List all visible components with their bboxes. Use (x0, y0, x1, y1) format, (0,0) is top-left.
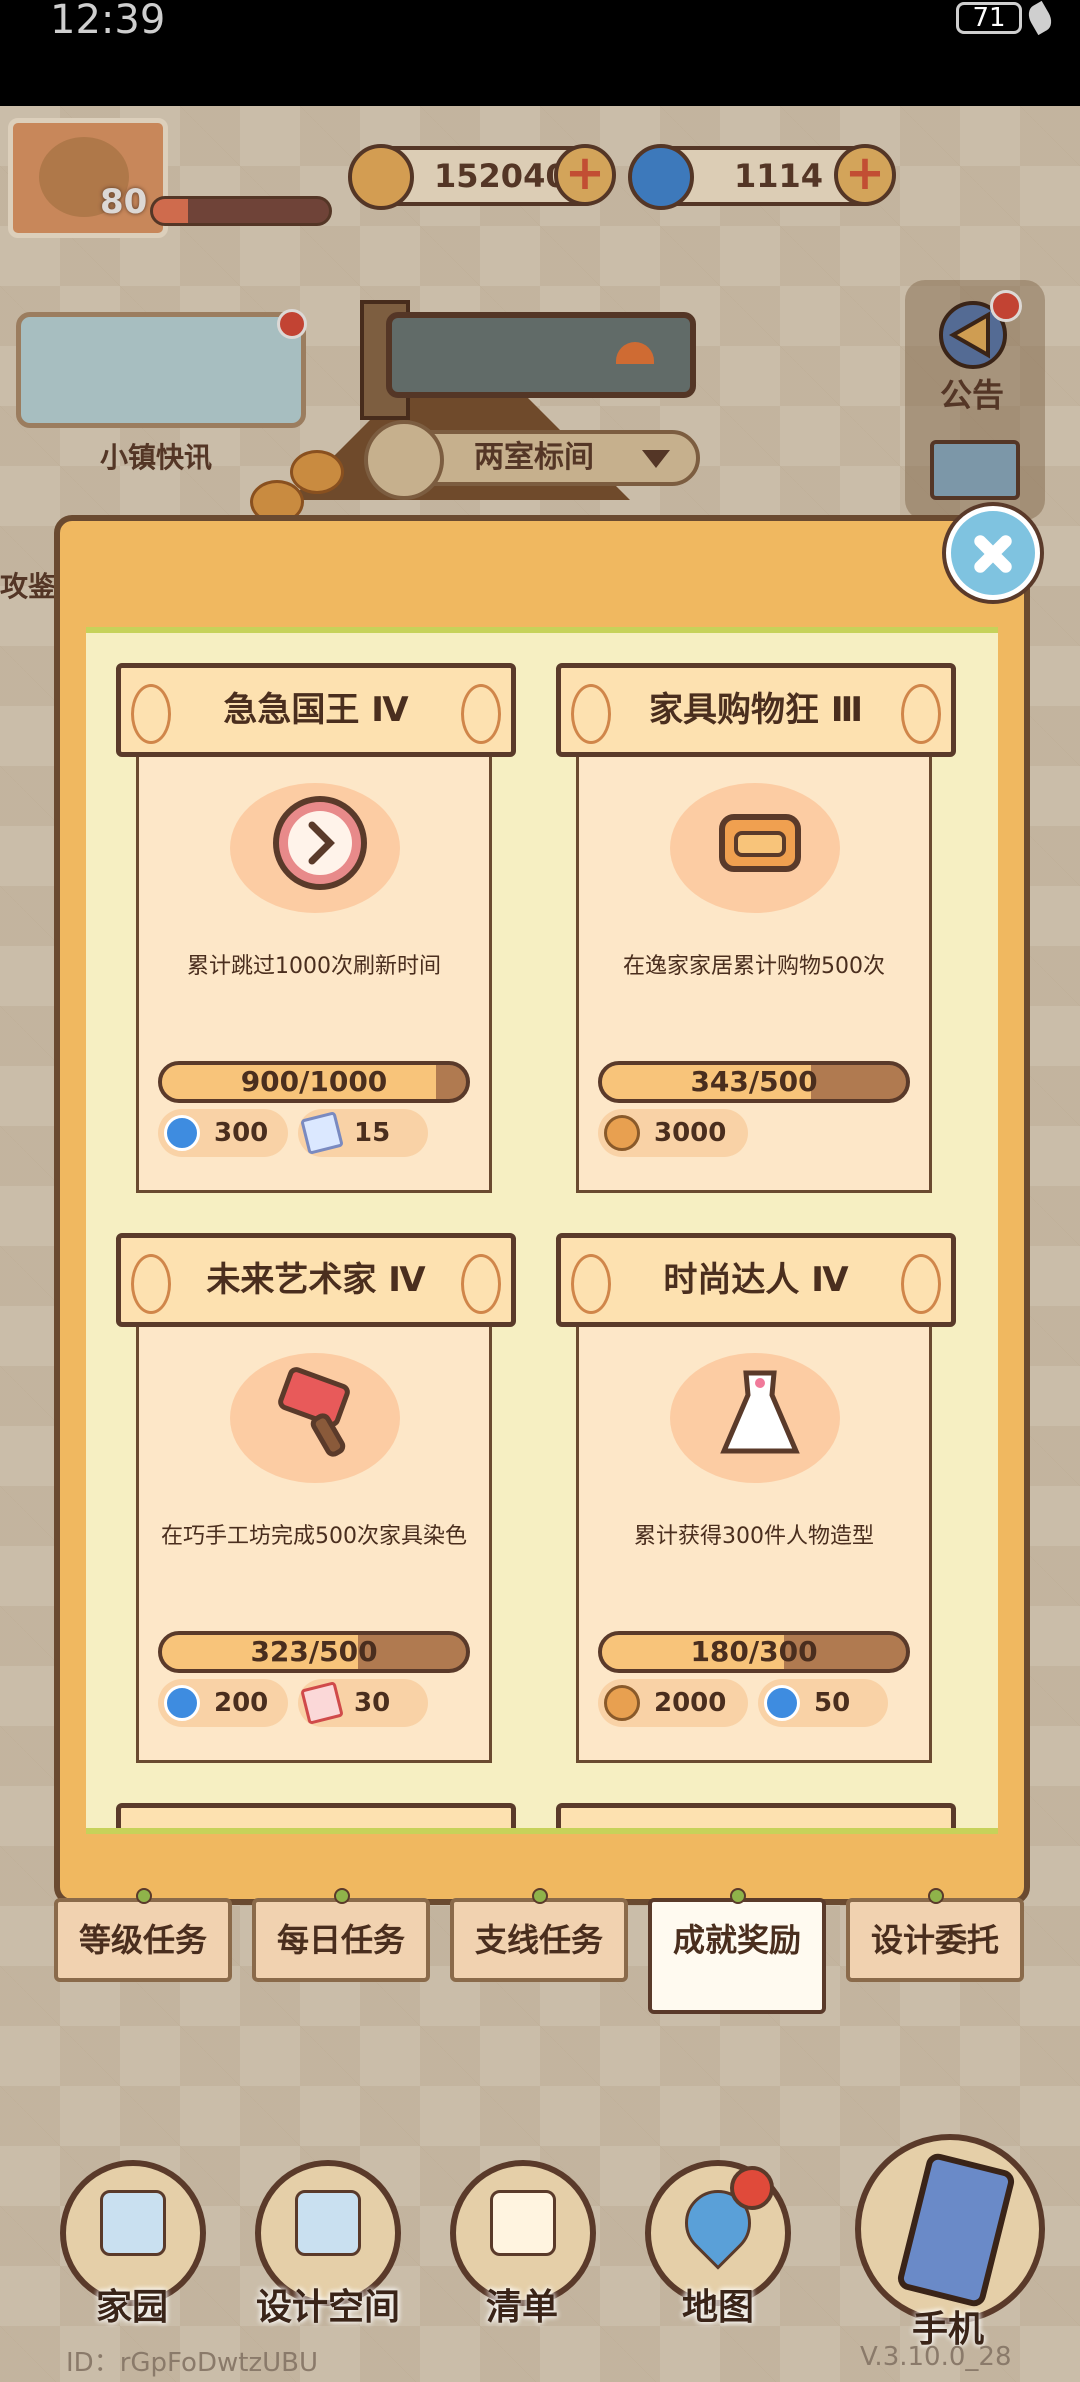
dress-icon (720, 1370, 800, 1454)
achievement-list[interactable]: 急急国王 Ⅳ 累计跳过1000次刷新时间 900/1000 300 15 家具购… (86, 627, 998, 1834)
quest-modal: 急急国王 Ⅳ 累计跳过1000次刷新时间 900/1000 300 15 家具购… (54, 515, 1030, 1905)
sofa-icon (719, 814, 801, 872)
card-art (220, 773, 410, 923)
phone-icon (895, 2151, 1017, 2309)
tab-label: 等级任务 (78, 1921, 207, 1959)
reward-value: 300 (214, 1118, 269, 1148)
tab-level-quests[interactable]: 等级任务 (54, 1888, 232, 1982)
reward-value: 2000 (654, 1688, 727, 1718)
clock-icon (273, 796, 367, 890)
home-icon (100, 2190, 166, 2256)
swirl-icon (164, 1685, 200, 1721)
achievement-card[interactable]: 未来艺术家 Ⅳ 在巧手工坊完成500次家具染色 323/500 200 30 (116, 1233, 516, 1778)
progress-bar: 180/300 (598, 1631, 910, 1673)
app-version: V.3.10.0_28 (860, 2342, 1012, 2372)
rewards: 300 15 (158, 1109, 478, 1159)
reward-item: 2000 (598, 1679, 748, 1727)
card-art (660, 773, 850, 923)
swirl-icon (164, 1115, 200, 1151)
rewards: 200 30 (158, 1679, 478, 1729)
card-description: 在逸家家居累计购物500次 (623, 954, 885, 979)
nav-map-label: 地图 (682, 2287, 755, 2328)
reward-value: 3000 (654, 1118, 727, 1148)
reward-item: 50 (758, 1679, 888, 1727)
tab-design-commissions[interactable]: 设计委托 (846, 1888, 1024, 1982)
pin-icon (136, 1888, 152, 1904)
progress-text: 343/500 (690, 1065, 818, 1098)
pin-icon (334, 1888, 350, 1904)
battery-icon: 71 (956, 2, 1022, 34)
coin-icon (604, 1685, 640, 1721)
achievement-card-partial[interactable] (556, 1803, 956, 1828)
player-id: ID：rGpFoDwtzUBU (66, 2348, 318, 2378)
progress-bar: 323/500 (158, 1631, 470, 1673)
progress-bar: 900/1000 (158, 1061, 470, 1103)
card-art (220, 1343, 410, 1493)
power-saving-icon (1024, 0, 1056, 36)
progress-text: 180/300 (690, 1635, 818, 1668)
reward-value: 200 (214, 1688, 269, 1718)
reward-item: 300 (158, 1109, 288, 1157)
coin-icon (604, 1115, 640, 1151)
checklist-icon (490, 2190, 556, 2256)
tab-label: 支线任务 (474, 1921, 603, 1959)
paint-brush-icon (278, 1367, 350, 1457)
status-time: 12:39 (50, 0, 166, 43)
card-description: 累计跳过1000次刷新时间 (187, 954, 441, 979)
notification-dot (730, 2166, 774, 2210)
progress-text: 900/1000 (240, 1065, 388, 1098)
rewards: 2000 50 (598, 1679, 918, 1729)
reward-item: 30 (298, 1679, 428, 1727)
card-title: 未来艺术家 Ⅳ (116, 1233, 516, 1327)
achievement-card-partial[interactable] (116, 1803, 516, 1828)
card-title: 时尚达人 Ⅳ (556, 1233, 956, 1327)
pin-icon (928, 1888, 944, 1904)
tab-label: 成就奖励 (672, 1921, 801, 1959)
reward-item: 15 (298, 1109, 428, 1157)
status-bar: 12:39 71 (0, 0, 1080, 106)
card-title: 家具购物狂 Ⅲ (556, 663, 956, 757)
tab-daily-quests[interactable]: 每日任务 (252, 1888, 430, 1982)
blueprint-icon (295, 2190, 361, 2256)
achievement-card[interactable]: 急急国王 Ⅳ 累计跳过1000次刷新时间 900/1000 300 15 (116, 663, 516, 1208)
close-button[interactable] (946, 506, 1040, 600)
achievement-card[interactable]: 家具购物狂 Ⅲ 在逸家家居累计购物500次 343/500 3000 (556, 663, 956, 1208)
card-description: 累计获得300件人物造型 (634, 1524, 874, 1549)
reward-item: 200 (158, 1679, 288, 1727)
reward-value: 15 (354, 1118, 391, 1148)
card-description: 在巧手工坊完成500次家具染色 (161, 1524, 467, 1549)
swirl-icon (764, 1685, 800, 1721)
tab-side-quests[interactable]: 支线任务 (450, 1888, 628, 1982)
nav-home-label: 家园 (96, 2287, 169, 2328)
pin-icon (730, 1888, 746, 1904)
progress-text: 323/500 (250, 1635, 378, 1668)
tab-label: 每日任务 (276, 1921, 405, 1959)
nav-design-space-label: 设计空间 (256, 2287, 401, 2328)
tab-achievements[interactable]: 成就奖励 (648, 1888, 826, 2014)
progress-bar: 343/500 (598, 1061, 910, 1103)
ticket-red-icon (300, 1681, 344, 1725)
card-title: 急急国王 Ⅳ (116, 663, 516, 757)
reward-value: 30 (354, 1688, 391, 1718)
card-art (660, 1343, 850, 1493)
reward-value: 50 (814, 1688, 851, 1718)
tab-label: 设计委托 (870, 1921, 999, 1959)
achievement-card[interactable]: 时尚达人 Ⅳ 累计获得300件人物造型 180/300 2000 50 (556, 1233, 956, 1778)
reward-item: 3000 (598, 1109, 748, 1157)
nav-phone-button[interactable] (855, 2134, 1045, 2324)
rewards: 3000 (598, 1109, 918, 1159)
nav-list-label: 清单 (486, 2287, 559, 2328)
pin-icon (532, 1888, 548, 1904)
ticket-icon (300, 1111, 344, 1155)
